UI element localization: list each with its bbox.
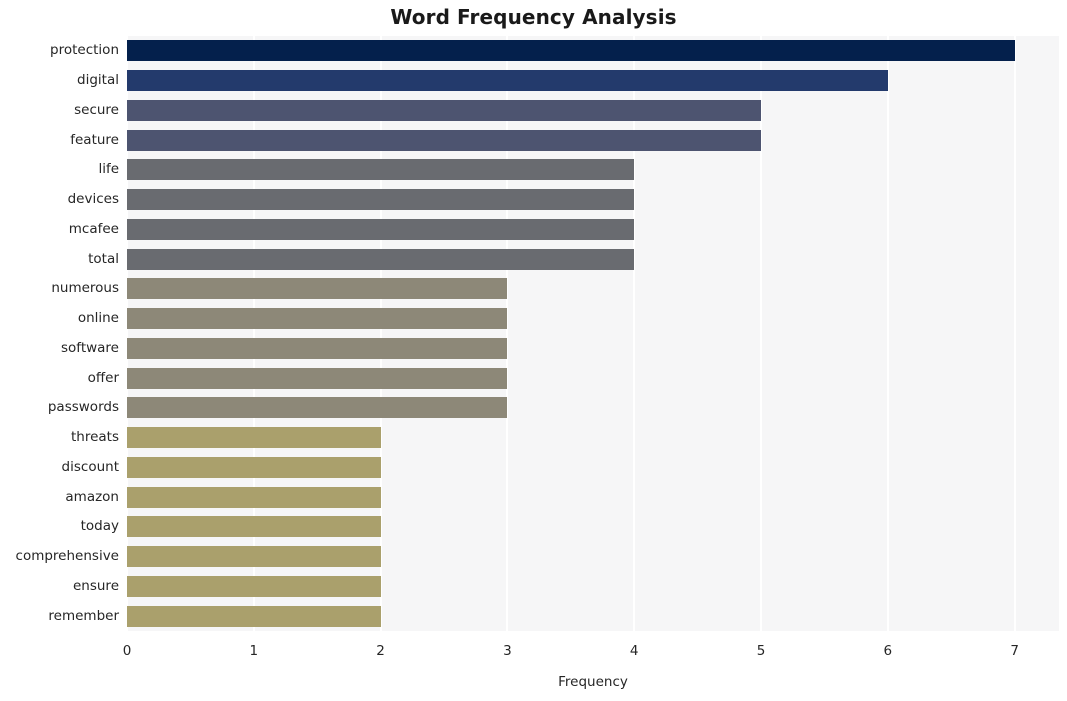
bar-row: [127, 278, 1059, 300]
bar-row: [127, 248, 1059, 270]
bar-row: [127, 129, 1059, 151]
y-tick-label: online: [77, 310, 119, 327]
x-axis-label: Frequency: [558, 674, 628, 690]
gridline: [252, 36, 255, 631]
x-tick-label: 0: [122, 643, 132, 659]
bar-threats[interactable]: [127, 427, 381, 449]
bar-passwords[interactable]: [127, 397, 508, 419]
bar-mcafee[interactable]: [127, 218, 635, 240]
gridline: [127, 36, 128, 631]
bar-row: [127, 575, 1059, 597]
bar-ensure[interactable]: [127, 575, 381, 597]
plot-area: [127, 36, 1059, 631]
y-tick-label: today: [80, 518, 119, 535]
x-tick-label: 5: [756, 643, 766, 659]
page-title: Word Frequency Analysis: [390, 5, 677, 29]
bar-row: [127, 516, 1059, 538]
bar-row: [127, 367, 1059, 389]
gridline: [1013, 36, 1016, 631]
bar-today[interactable]: [127, 516, 381, 538]
x-tick-label: 2: [376, 643, 385, 659]
x-tick-label: 7: [1010, 643, 1019, 659]
x-tick-label: 4: [629, 643, 639, 659]
y-axis: protection digital secure feature life device…: [0, 36, 119, 631]
y-tick-label: life: [98, 161, 119, 178]
bar-secure[interactable]: [127, 99, 761, 121]
bar-row: [127, 70, 1059, 92]
gridline: [760, 36, 762, 631]
x-axis: 0 1 2 3 4 5 6 7: [123, 631, 1059, 661]
y-tick-label: total: [88, 250, 119, 267]
bar-row: [127, 546, 1059, 568]
bar-row: [127, 308, 1059, 330]
gridline: [886, 36, 889, 631]
y-tick-label: digital: [77, 72, 119, 89]
bar-life[interactable]: [127, 159, 635, 181]
bar-protection[interactable]: [127, 40, 1015, 62]
bar-amazon[interactable]: [127, 486, 381, 508]
y-tick-label: feature: [70, 131, 119, 148]
bar-feature[interactable]: [127, 129, 761, 151]
bar-row: [127, 99, 1059, 121]
bar-devices[interactable]: [127, 189, 635, 211]
bar-row: [127, 40, 1059, 62]
bar-discount[interactable]: [127, 456, 381, 478]
y-tick-label: remember: [48, 607, 119, 624]
y-tick-label: software: [61, 339, 119, 356]
y-tick-label: amazon: [65, 488, 119, 505]
chart-figure: Word Frequency Analysis protection digita…: [0, 0, 1067, 701]
y-tick-label: numerous: [51, 280, 119, 297]
y-tick-label: mcafee: [68, 220, 119, 237]
bar-offer[interactable]: [127, 367, 508, 389]
bar-numerous[interactable]: [127, 278, 508, 300]
y-tick-label: protection: [50, 42, 119, 59]
x-tick-label: 1: [249, 643, 259, 659]
bar-row: [127, 486, 1059, 508]
bar-row: [127, 337, 1059, 359]
x-tick-label: 6: [883, 643, 893, 659]
bar-row: [127, 159, 1059, 181]
bar-row: [127, 189, 1059, 211]
y-tick-label: comprehensive: [15, 548, 119, 565]
bar-remember[interactable]: [127, 605, 381, 627]
y-tick-label: threats: [70, 429, 119, 446]
bar-online[interactable]: [127, 308, 508, 330]
bar-software[interactable]: [127, 337, 508, 359]
y-tick-label: devices: [67, 191, 119, 208]
bar-comprehensive[interactable]: [127, 546, 381, 568]
bar-row: [127, 605, 1059, 627]
bar-digital[interactable]: [127, 70, 888, 92]
gridline: [506, 36, 509, 631]
y-tick-label: secure: [74, 101, 119, 118]
bar-row: [127, 397, 1059, 419]
y-tick-label: offer: [87, 369, 119, 386]
bar-row: [127, 218, 1059, 240]
y-tick-label: ensure: [72, 577, 119, 594]
bar-total[interactable]: [127, 248, 635, 270]
gridline: [379, 36, 382, 631]
y-tick-label: discount: [61, 458, 119, 475]
bar-row: [127, 456, 1059, 478]
bar-row: [127, 427, 1059, 449]
y-tick-label: passwords: [47, 399, 119, 416]
x-tick-label: 3: [503, 643, 512, 659]
gridline: [633, 36, 636, 631]
